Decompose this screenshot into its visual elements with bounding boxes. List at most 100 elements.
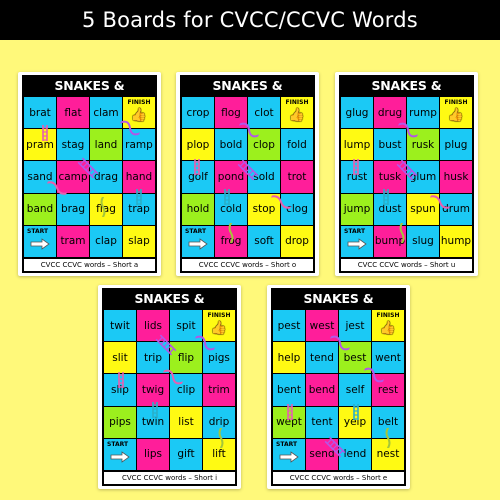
word-label: drug	[377, 106, 403, 119]
word-cell: hold	[182, 193, 214, 225]
word-cell: pond	[215, 161, 247, 193]
word-label: clop	[253, 138, 275, 151]
word-label: lift	[212, 448, 226, 461]
word-label: sold	[253, 170, 275, 183]
word-cell: bust	[374, 129, 406, 161]
finish-cell: FINISH 👍	[440, 97, 472, 129]
word-cell: hump	[440, 225, 472, 257]
word-cell: jump	[341, 193, 373, 225]
word-cell: clog	[281, 193, 313, 225]
word-cell: drug	[374, 97, 406, 129]
arrow-right-icon	[110, 451, 130, 463]
word-label: pond	[217, 170, 245, 183]
word-label: clip	[176, 383, 196, 396]
word-cell: twig	[137, 374, 169, 406]
word-label: lips	[144, 448, 162, 461]
word-cell: tend	[306, 342, 338, 374]
word-cell: lend	[339, 438, 371, 470]
word-cell: frog	[215, 225, 247, 257]
word-label: pram	[26, 138, 54, 151]
start-cell: START	[104, 438, 136, 470]
word-label: bump	[374, 235, 406, 248]
start-label: START	[344, 227, 366, 235]
word-cell: yelp	[339, 406, 371, 438]
word-cell: wept	[273, 406, 305, 438]
word-cell: bent	[273, 374, 305, 406]
word-label: soft	[254, 235, 274, 248]
word-label: slap	[128, 235, 150, 248]
word-cell: glug	[341, 97, 373, 129]
game-grid: twit lids spit FINISH 👍 slit trip flip pigs slip t…	[104, 310, 235, 470]
board-footer: CVCC CCVC words – Short i	[104, 472, 235, 484]
word-cell: tent	[306, 406, 338, 438]
word-cell: spun	[407, 193, 439, 225]
word-label: lend	[343, 448, 367, 461]
board-short-o: SNAKES & LADDERScrop flog clot FINISH 👍 plopb…	[176, 72, 319, 276]
start-label: START	[185, 227, 207, 235]
page-title-bar: 5 Boards for CVCC/CCVC Words	[0, 0, 500, 40]
board-short-e: SNAKES & LADDERSpestwestjestFINISH👍helpt…	[267, 285, 410, 489]
board-frame: SNAKES & LADDERSbratflatclamFINISH👍prams…	[22, 75, 157, 273]
word-cell: plug	[440, 129, 472, 161]
word-label: drop	[285, 235, 309, 248]
word-cell: self	[339, 374, 371, 406]
word-cell: ramp	[123, 129, 155, 161]
word-label: trip	[143, 351, 163, 364]
word-cell: gift	[170, 438, 202, 470]
word-cell: flat	[57, 97, 89, 129]
start-cell: START	[182, 225, 214, 257]
board-short-i: SNAKES & LADDERS twit lids spit FINISH 👍 slit t…	[98, 285, 241, 489]
word-label: spit	[176, 319, 196, 332]
board-heading: SNAKES & LADDERS	[303, 291, 374, 328]
board-heading: SNAKES & LADDERS	[54, 78, 125, 115]
word-label: went	[375, 351, 401, 364]
finish-cell: FINISH 👍	[372, 310, 404, 342]
board-short-a: SNAKES & LADDERSbratflatclamFINISH👍prams…	[18, 72, 161, 276]
word-cell: husk	[440, 161, 472, 193]
word-label: camp	[58, 170, 88, 183]
game-grid: crop flog clot FINISH 👍 plop bold clop fold golf p…	[182, 97, 313, 257]
thumbs-up-icon: 👍	[210, 321, 228, 336]
word-label: bent	[277, 383, 301, 396]
word-cell: land	[90, 129, 122, 161]
start-cell: START	[273, 438, 305, 470]
word-label: self	[345, 383, 365, 396]
start-cell: START	[341, 225, 373, 257]
word-label: trot	[287, 170, 307, 183]
board-short-u: SNAKES & LADDERSglugdrugrumpFINISH👍lumpb…	[335, 72, 478, 276]
word-cell: camp	[57, 161, 89, 193]
word-label: slug	[412, 235, 434, 248]
word-cell: golf	[182, 161, 214, 193]
word-label: clog	[286, 203, 308, 216]
word-cell: drum	[440, 193, 472, 225]
word-label: twit	[110, 319, 130, 332]
board-frame: SNAKES & LADDERSpestwestjestFINISH👍helpt…	[271, 288, 406, 486]
arrow-right-icon	[30, 238, 50, 250]
word-cell: help	[273, 342, 305, 374]
word-label: crop	[186, 106, 210, 119]
word-cell: pigs	[203, 342, 235, 374]
word-cell: flag	[90, 193, 122, 225]
finish-label: FINISH	[285, 99, 309, 106]
word-cell: fold	[281, 129, 313, 161]
game-grid: pest west jest FINISH 👍 help tend best went bent b…	[273, 310, 404, 470]
word-cell: slip	[104, 374, 136, 406]
word-label: glum	[409, 170, 437, 183]
word-label: pips	[109, 416, 131, 429]
word-cell: flip	[170, 342, 202, 374]
word-label: jest	[345, 319, 365, 332]
page-title: 5 Boards for CVCC/CCVC Words	[82, 8, 418, 32]
word-cell: clap	[90, 225, 122, 257]
word-cell: best	[339, 342, 371, 374]
word-cell: flog	[215, 97, 247, 129]
word-cell: drag	[90, 161, 122, 193]
word-label: rump	[409, 106, 437, 119]
word-label: flog	[221, 106, 241, 119]
word-cell: trip	[137, 342, 169, 374]
word-label: glug	[345, 106, 369, 119]
word-label: pest	[277, 319, 301, 332]
word-cell: tram	[57, 225, 89, 257]
word-label: clap	[95, 235, 117, 248]
word-cell: soft	[248, 225, 280, 257]
word-cell: lips	[137, 438, 169, 470]
